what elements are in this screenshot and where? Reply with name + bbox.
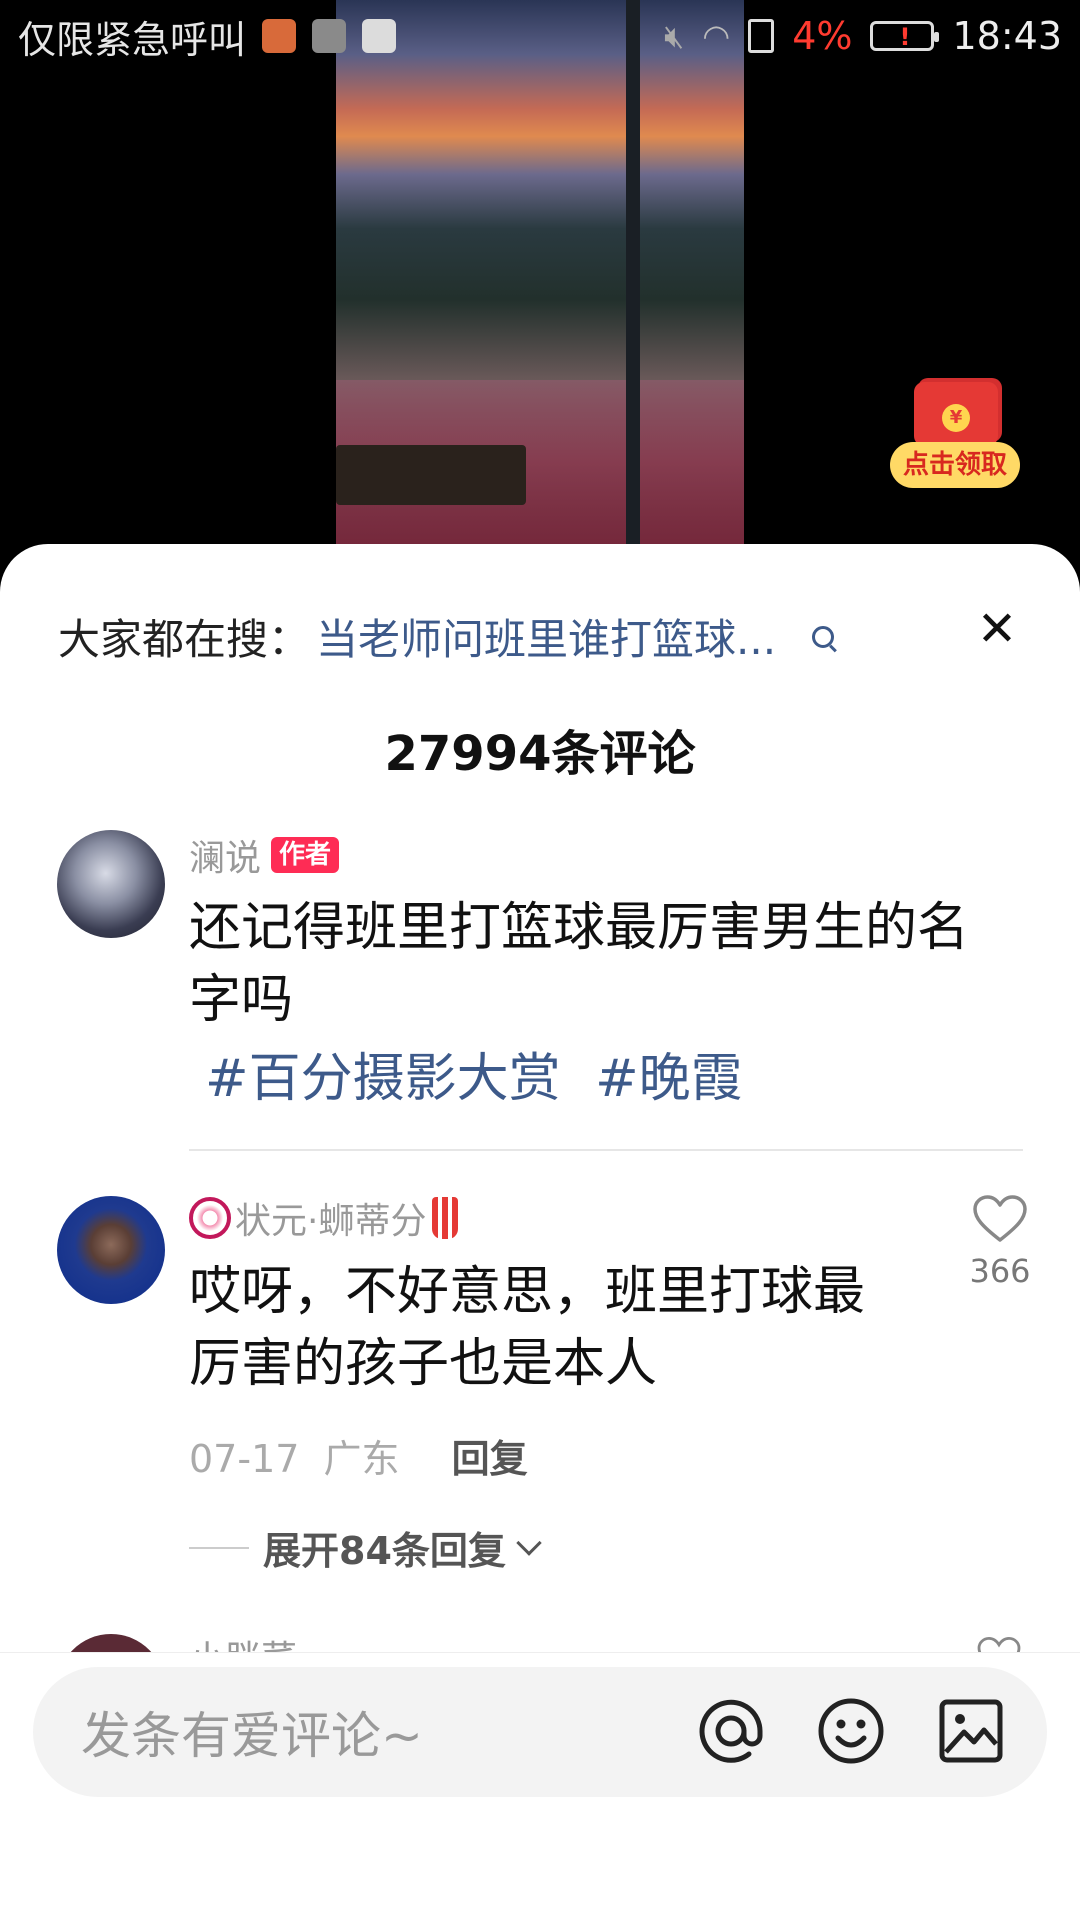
chevron-down-icon [516,1529,542,1556]
author-row: 澜说 作者 [189,829,340,881]
hashtag-link[interactable]: #百分摄影大赏 [205,1049,561,1109]
red-packet-label: 点击领取 [890,442,1020,488]
wifi-icon: ◠ [702,17,731,55]
comment-input-placeholder: 发条有爱评论~ [81,1707,423,1765]
mute-icon: 🔇︎ [664,16,685,55]
divider [189,1149,1023,1151]
red-packet-button[interactable]: ¥ 点击领取 [890,382,1020,492]
comment-input-area: 发条有爱评论~ [0,1652,1080,1920]
author-badge: 作者 [271,837,340,873]
comment-location: 广东 [323,1437,400,1481]
card-notification-icon [362,19,397,53]
image-icon[interactable] [933,1693,1009,1769]
trending-prefix: 大家都在搜： [58,615,311,664]
at-mention-icon[interactable] [693,1693,769,1769]
hashtag-link[interactable]: #晚霞 [595,1049,743,1109]
author-name[interactable]: 澜说 [189,829,261,881]
status-right: 🔇︎ ◠ 4% ! 18:43 [664,14,1062,58]
comment-meta: 07-17 广东 回复 [189,1428,528,1483]
clock: 18:43 [952,14,1062,58]
comment-date: 07-17 [189,1437,300,1481]
heart-icon [973,1195,1027,1242]
post-caption: 还记得班里打篮球最厉害男生的名字吗 [189,898,970,1030]
expand-replies-label: 展开84条回复 [263,1529,506,1573]
video-fence-pole [626,0,640,545]
expand-line [189,1546,249,1549]
author-avatar[interactable] [57,830,165,938]
like-button[interactable]: 366 [962,1194,1038,1290]
video-bench [336,445,526,505]
commenter-avatar[interactable] [57,1196,165,1304]
ferris-wheel-icon [189,1197,231,1239]
commenter-name[interactable]: 状元·蛳蒂分 [235,1192,426,1244]
emoji-icon[interactable] [813,1693,889,1769]
status-bar: 仅限紧急呼叫 🔇︎ ◠ 4% ! 18:43 [0,0,1080,72]
battery-icon: ! [870,21,940,51]
video-player[interactable] [336,0,744,545]
commenter-row: 状元·蛳蒂分 [189,1192,459,1244]
trending-query-link[interactable]: 当老师问班里谁打篮球... [316,606,776,667]
search-icon[interactable] [812,625,835,648]
comment-input[interactable]: 发条有爱评论~ [33,1667,1047,1797]
app-notification-icon [262,19,297,53]
trending-search-banner[interactable]: 大家都在搜： 当老师问班里谁打篮球... [58,606,835,667]
gallery-notification-icon [312,19,347,53]
carrier-label: 仅限紧急呼叫 [18,17,247,62]
battery-percent: 4% [792,14,853,58]
comment-text: 哎呀，不好意思，班里打球最厉害的孩子也是本人 [189,1262,866,1394]
post-hashtags: #百分摄影大赏 #晚霞 [205,1036,761,1111]
reply-button[interactable]: 回复 [452,1437,528,1481]
like-count: 366 [969,1252,1031,1290]
expand-replies-button[interactable]: 展开84条回复 [189,1520,542,1575]
popcorn-icon [432,1197,459,1239]
coin-icon: ¥ [942,404,970,432]
sim-icon [748,19,775,53]
comment-count-title: 27994条评论 [384,726,696,782]
close-icon[interactable]: ✕ [972,604,1022,654]
